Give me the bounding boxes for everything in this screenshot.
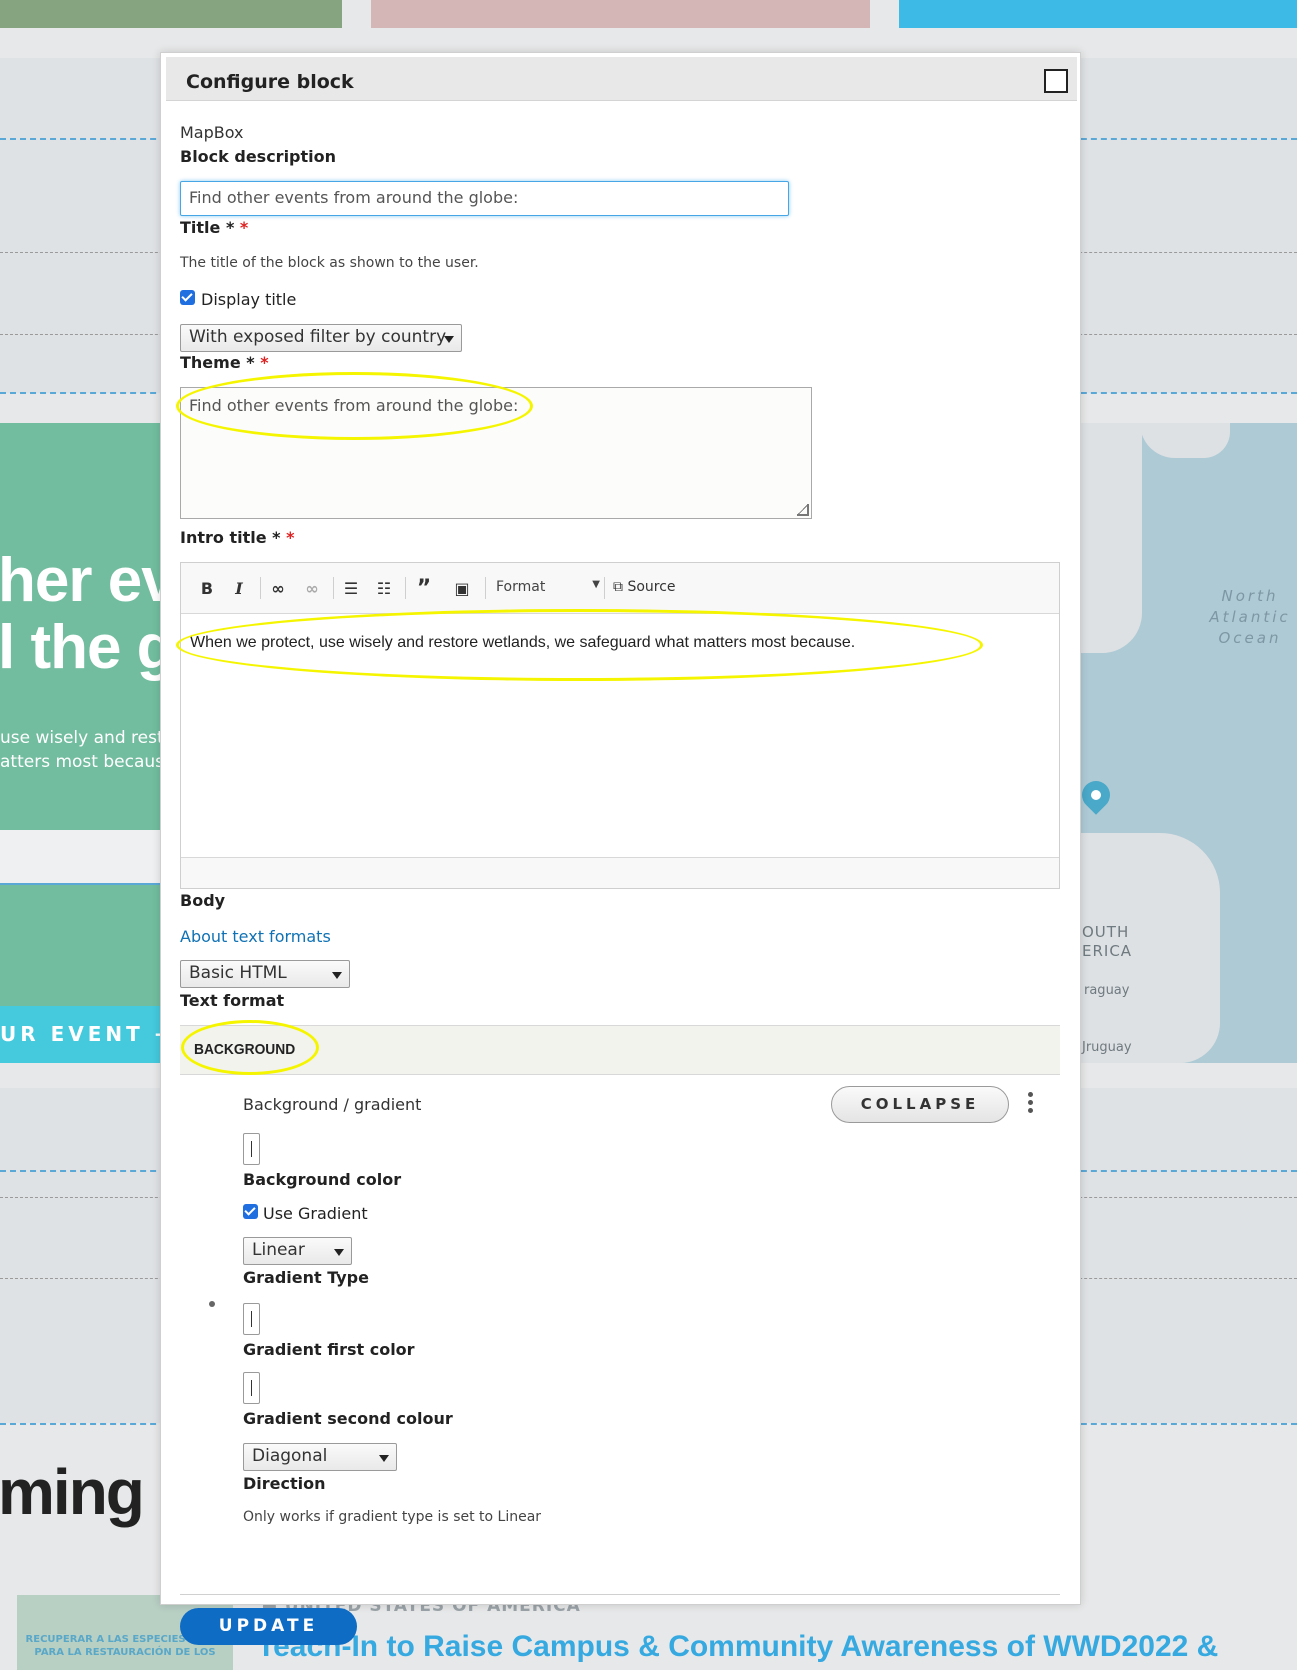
bulleted-list-icon[interactable]: ☰ xyxy=(341,579,361,599)
source-icon: ⧉ xyxy=(613,579,628,595)
theme-label-text: Theme * xyxy=(180,353,255,372)
image-icon[interactable]: ▣ xyxy=(452,579,472,599)
use-gradient-label[interactable]: Use Gradient xyxy=(263,1204,368,1223)
map-ocean-label: North Atlantic Ocean xyxy=(1209,587,1291,647)
body-editor[interactable]: B I ∞ ∞ ☰ ☷ ” ▣ Format ▼ ⧉ Source When w… xyxy=(180,562,1060,889)
numbered-list-icon[interactable]: ☷ xyxy=(374,579,394,599)
chevron-down-icon xyxy=(334,1249,344,1256)
background-color-picker[interactable] xyxy=(243,1133,260,1165)
toolbar-separator xyxy=(485,577,486,599)
dialog-title: Configure block xyxy=(186,71,354,93)
collapse-button[interactable]: COLLAPSE xyxy=(831,1086,1009,1123)
hero-text-line2: atters most becaus xyxy=(0,752,162,772)
hero-heading-line2: l the glo xyxy=(0,613,162,682)
format-dropdown[interactable]: Format ▼ xyxy=(496,579,600,595)
background-color-label: Background color xyxy=(243,1170,402,1189)
top-tile-green xyxy=(0,0,342,28)
display-title-checkbox[interactable] xyxy=(180,290,195,305)
title-input-value: Find other events from around the globe: xyxy=(189,188,519,207)
direction-value: Diagonal xyxy=(252,1446,328,1466)
gradient-type-select[interactable]: Linear xyxy=(243,1237,352,1265)
editor-toolbar: B I ∞ ∞ ☰ ☷ ” ▣ Format ▼ ⧉ Source xyxy=(181,563,1059,614)
map-land-north xyxy=(1080,423,1142,653)
text-format-select[interactable]: Basic HTML xyxy=(180,960,350,988)
map-land-greenland xyxy=(1140,423,1230,458)
about-text-formats-link[interactable]: About text formats xyxy=(180,927,331,946)
editor-status-bar xyxy=(181,857,1059,888)
title-help: The title of the block as shown to the u… xyxy=(180,255,479,271)
chevron-down-icon xyxy=(379,1455,389,1462)
dialog-header: Configure block xyxy=(166,57,1077,101)
display-title-label[interactable]: Display title xyxy=(201,290,296,309)
close-icon[interactable] xyxy=(1044,69,1068,93)
link-icon[interactable]: ∞ xyxy=(268,579,288,599)
source-button[interactable]: ⧉ Source xyxy=(613,579,676,595)
gradient-type-value: Linear xyxy=(252,1240,305,1260)
resize-handle[interactable] xyxy=(797,504,809,516)
chevron-down-icon: ▼ xyxy=(592,579,600,590)
required-marker: * xyxy=(239,218,249,237)
gradient-second-colour-label: Gradient second colour xyxy=(243,1409,453,1428)
direction-select[interactable]: Diagonal xyxy=(243,1443,397,1471)
title-input[interactable]: Find other events from around the globe: xyxy=(180,181,789,216)
map-label-south-america: OUTH ERICA xyxy=(1082,923,1133,960)
block-type: MapBox xyxy=(180,123,244,142)
toolbar-separator xyxy=(333,577,334,599)
use-gradient-checkbox[interactable] xyxy=(243,1204,258,1219)
update-button[interactable]: UPDATE xyxy=(180,1608,357,1645)
toolbar-separator xyxy=(405,577,406,599)
source-button-label: Source xyxy=(627,579,676,595)
hero-section: her eve l the glo use wisely and reste a… xyxy=(0,423,162,1063)
theme-select[interactable]: With exposed filter by country xyxy=(180,324,462,352)
title-label-text: Title * xyxy=(180,218,235,237)
hero-heading-line1: her eve xyxy=(0,546,162,615)
unlink-icon[interactable]: ∞ xyxy=(302,579,322,599)
toolbar-separator xyxy=(260,577,261,599)
gradient-type-label: Gradient Type xyxy=(243,1268,369,1287)
actions-divider xyxy=(180,1594,1060,1595)
chevron-down-icon xyxy=(444,336,454,343)
direction-label: Direction xyxy=(243,1474,326,1493)
italic-icon[interactable]: I xyxy=(229,579,249,599)
body-text: When we protect, use wisely and restore … xyxy=(190,634,856,651)
hero-text-line1: use wisely and reste xyxy=(0,728,162,748)
event-title-link[interactable]: Teach-In to Raise Campus & Community Awa… xyxy=(257,1630,1218,1664)
required-marker: * xyxy=(260,353,269,372)
blockquote-icon[interactable]: ” xyxy=(414,578,434,600)
hero-country-filter[interactable] xyxy=(0,830,162,885)
intro-title-label: Intro title * * xyxy=(180,528,294,547)
format-dropdown-label: Format xyxy=(496,579,546,595)
title-label: Title * * xyxy=(180,218,248,237)
text-format-value: Basic HTML xyxy=(189,963,287,983)
top-tile-pink xyxy=(371,0,870,28)
gradient-second-color-picker[interactable] xyxy=(243,1372,260,1404)
required-marker: * xyxy=(286,528,295,547)
intro-title-label-text: Intro title * xyxy=(180,528,281,547)
map[interactable]: North Atlantic Ocean OUTH ERICA raguay J… xyxy=(1080,423,1297,1063)
background-section-title: BACKGROUND xyxy=(194,1041,296,1058)
map-label-uruguay: Jruguay xyxy=(1082,1040,1132,1055)
map-pin-icon[interactable] xyxy=(1080,775,1116,815)
gradient-first-color-label: Gradient first color xyxy=(243,1340,415,1359)
chevron-down-icon xyxy=(332,972,342,979)
top-tile-blue xyxy=(899,0,1297,28)
direction-help: Only works if gradient type is set to Li… xyxy=(243,1509,542,1525)
gradient-first-color-picker[interactable] xyxy=(243,1303,260,1335)
intro-title-value: Find other events from around the globe: xyxy=(189,396,519,415)
body-label: Body xyxy=(180,891,226,910)
theme-label: Theme * * xyxy=(180,353,269,372)
add-event-button[interactable]: UR EVENT → xyxy=(0,1006,162,1063)
background-section-header[interactable]: BACKGROUND xyxy=(180,1025,1060,1075)
intro-title-textarea[interactable]: Find other events from around the globe: xyxy=(180,387,812,519)
text-format-label: Text format xyxy=(180,991,285,1010)
block-description-label: Block description xyxy=(180,147,337,166)
list-bullet xyxy=(209,1301,215,1307)
toolbar-separator xyxy=(604,577,605,599)
background-breadcrumb: Background / gradient xyxy=(243,1095,422,1114)
kebab-menu-icon[interactable] xyxy=(1028,1092,1034,1116)
map-label-paraguay: raguay xyxy=(1084,983,1130,998)
bold-icon[interactable]: B xyxy=(197,579,217,599)
configure-block-dialog: Configure block MapBox Block description… xyxy=(160,52,1081,1645)
theme-select-value: With exposed filter by country xyxy=(189,327,447,347)
